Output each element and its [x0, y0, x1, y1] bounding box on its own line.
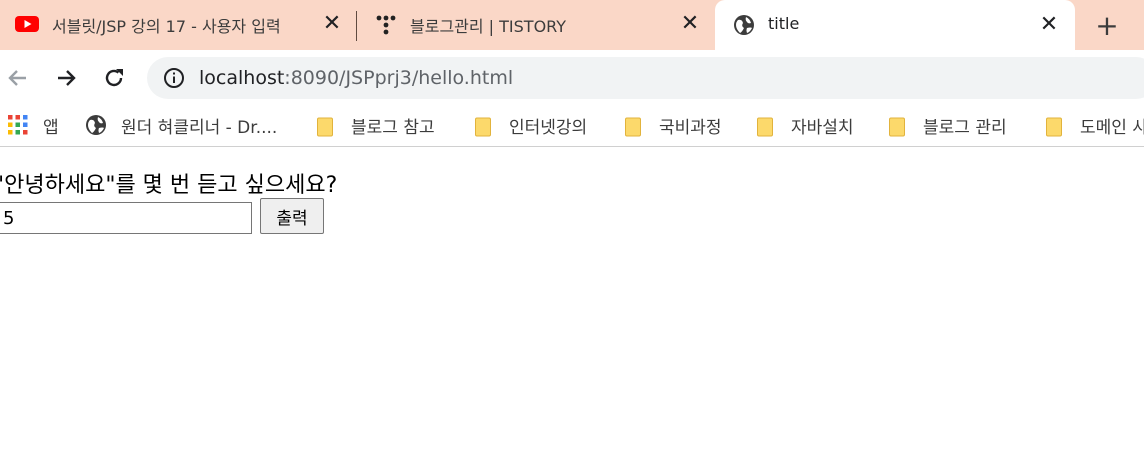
bookmark-label: 인터넷강의 [509, 117, 588, 138]
address-bar[interactable]: localhost:8090/JSPprj3/hello.html [147, 57, 1144, 99]
question-label: "안녕하세요"를 몇 번 듣고 싶으세요? [0, 173, 338, 198]
bookmark-label: 원더 혀클리너 - Dr.... [121, 117, 278, 138]
apps-grid-icon [8, 115, 28, 135]
count-input[interactable] [0, 202, 252, 234]
info-icon[interactable] [163, 67, 185, 89]
bookmark-folder[interactable]: 블로그 참고 [317, 112, 435, 138]
bookmark-label: 블로그 관리 [923, 117, 1007, 138]
bookmark-label: 도메인 사 [1080, 117, 1144, 138]
arrow-left-icon [8, 70, 26, 86]
tab-separator [356, 11, 357, 41]
bookmark-label: 자바설치 [791, 117, 854, 138]
url-path: :8090/JSPprj3/hello.html [284, 67, 514, 89]
folder-icon [889, 117, 905, 137]
folder-icon [1046, 117, 1062, 137]
bookmarks-bar: 앱 원더 혀클리너 - Dr.... 블로그 참고 인터넷강의 국비과정 자바설… [0, 106, 1144, 147]
bookmark-label: 앱 [43, 117, 59, 138]
close-icon[interactable]: ✕ [322, 13, 342, 35]
bookmark-folder[interactable]: 인터넷강의 [475, 112, 587, 138]
tab-title: 서블릿/JSP 강의 17 - 사용자 입력 [52, 17, 281, 36]
url-host: localhost [199, 67, 285, 89]
url-text: localhost:8090/JSPprj3/hello.html [199, 67, 513, 89]
bookmark-folder[interactable]: 자바설치 [757, 112, 854, 138]
folder-icon [625, 117, 641, 137]
bookmark-label: 블로그 참고 [351, 117, 435, 138]
arrow-right-icon [58, 70, 76, 86]
globe-icon [733, 14, 755, 36]
tab-active[interactable]: title ✕ [715, 0, 1075, 52]
browser-toolbar: localhost:8090/JSPprj3/hello.html [0, 50, 1144, 106]
youtube-icon [15, 15, 39, 33]
tab-tistory[interactable]: 블로그관리 | TISTORY ✕ [360, 0, 714, 50]
reload-button[interactable] [100, 64, 128, 92]
back-button[interactable] [4, 64, 32, 92]
folder-icon [475, 117, 491, 137]
reload-icon [105, 69, 123, 87]
bookmark-wonder[interactable]: 원더 혀클리너 - Dr.... [85, 112, 277, 138]
forward-button[interactable] [52, 64, 80, 92]
folder-icon [317, 117, 333, 137]
bookmark-folder[interactable]: 국비과정 [625, 112, 722, 138]
bookmark-apps[interactable]: 앱 [8, 112, 59, 138]
bookmark-folder[interactable]: 블로그 관리 [889, 112, 1007, 138]
globe-icon [85, 114, 107, 136]
new-tab-button[interactable]: + [1093, 9, 1121, 42]
tistory-icon [376, 15, 396, 35]
tab-strip: 서블릿/JSP 강의 17 - 사용자 입력 ✕ 블로그관리 | TISTORY… [0, 0, 1144, 52]
bookmark-folder[interactable]: 도메인 사 [1046, 112, 1144, 138]
tab-title: 블로그관리 | TISTORY [410, 17, 567, 36]
close-icon[interactable]: ✕ [1039, 14, 1059, 36]
submit-button[interactable]: 출력 [260, 198, 324, 234]
close-icon[interactable]: ✕ [680, 13, 700, 35]
folder-icon [757, 117, 773, 137]
bookmark-label: 국비과정 [659, 117, 722, 138]
tab-title: title [768, 14, 800, 33]
tab-youtube[interactable]: 서블릿/JSP 강의 17 - 사용자 입력 ✕ [0, 0, 354, 50]
